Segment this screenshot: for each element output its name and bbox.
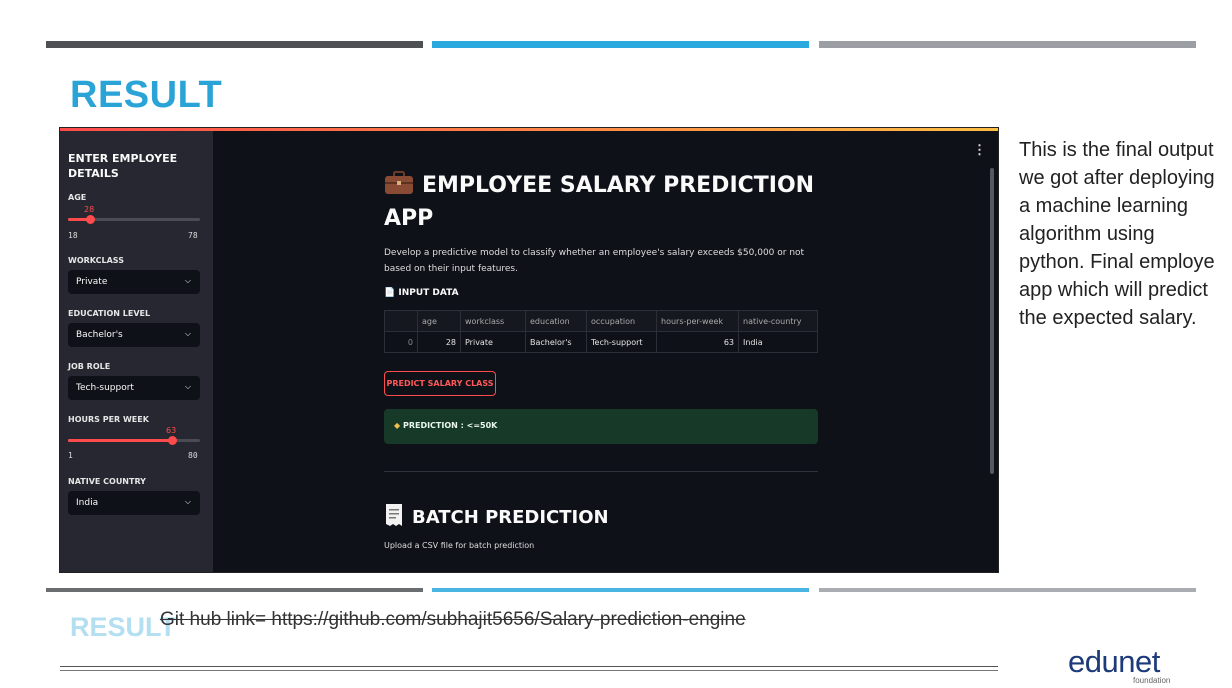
batch-heading: BATCH PREDICTION [384,503,609,528]
app-screenshot: ENTER EMPLOYEE DETAILS AGE 28 18 78 WORK… [60,128,998,572]
hours-label: HOURS PER WEEK [68,415,149,424]
bottom-rule [60,666,998,667]
table-cell: 0 [384,331,418,353]
table-header: education [525,310,587,332]
prediction-text: PREDICTION : <=50K [402,421,498,430]
hours-slider-value: 63 [166,426,177,435]
table-cell: 63 [656,331,739,353]
table-header-row: age workclass education occupation hours… [384,310,818,332]
edunet-logo-sub: foundation [1133,676,1171,685]
document-icon: 📄 [384,288,396,298]
batch-heading-text: BATCH PREDICTION [412,507,609,528]
table-cell: Bachelor's [525,331,587,353]
prediction-result: ◆ PREDICTION : <=50K [384,409,818,444]
chevron-down-icon: ⌵ [184,382,191,391]
top-bar-blue [432,41,809,48]
country-label: NATIVE COUNTRY [68,477,146,486]
hours-slider-max: 80 [188,451,198,460]
more-menu-icon[interactable]: ⋮ [973,142,986,158]
app-description: Develop a predictive model to classify w… [384,248,805,274]
chevron-down-icon: ⌵ [184,329,191,338]
table-header: occupation [586,310,657,332]
input-data-heading: 📄 INPUT DATA [384,288,459,298]
workclass-label: WORKCLASS [68,256,124,265]
table-cell: Tech-support [586,331,657,353]
age-slider-max: 78 [188,231,198,240]
education-label: EDUCATION LEVEL [68,309,151,318]
hours-slider-min: 1 [68,451,73,460]
table-cell: India [738,331,818,353]
chevron-down-icon: ⌵ [184,497,191,506]
predict-salary-button[interactable]: PREDICT SALARY CLASS [384,371,496,396]
input-data-table: age workclass education occupation hours… [384,310,818,353]
edunet-logo: edunet [1068,644,1160,679]
table-header: age [417,310,461,332]
hours-slider-fill [68,439,173,442]
age-slider[interactable] [68,215,200,224]
chevron-down-icon: ⌵ [184,276,191,285]
table-header: hours-per-week [656,310,739,332]
sidebar: ENTER EMPLOYEE DETAILS AGE 28 18 78 WORK… [60,131,213,572]
table-header [384,310,418,332]
hours-slider[interactable] [68,436,200,445]
scrollbar[interactable] [990,168,994,474]
workclass-value: Private [76,277,108,287]
sidebar-heading: ENTER EMPLOYEE DETAILS [68,152,178,180]
age-slider-value: 28 [84,205,95,214]
age-label: AGE [68,193,87,202]
hours-slider-thumb[interactable] [168,436,178,445]
age-slider-thumb[interactable] [86,215,96,224]
country-select[interactable]: India ⌵ [68,491,200,515]
bottom-bar-blue [432,588,809,592]
table-row: 0 28 Private Bachelor's Tech-support 63 … [384,331,818,353]
table-header: native-country [738,310,818,332]
education-select[interactable]: Bachelor's ⌵ [68,323,200,347]
job-role-label: JOB ROLE [68,362,111,371]
batch-subtext: Upload a CSV file for batch prediction [384,541,535,550]
table-header: workclass [460,310,526,332]
job-role-value: Tech-support [76,383,134,393]
top-bar-dark [46,41,423,48]
bottom-bar-dark [46,588,423,592]
table-cell: 28 [417,331,461,353]
input-data-heading-text: INPUT DATA [398,288,459,298]
job-role-select[interactable]: Tech-support ⌵ [68,376,200,400]
section-divider [384,471,818,472]
tag-icon: ◆ [394,421,401,430]
top-bar-gray [819,41,1196,48]
app-title: EMPLOYEE SALARY PREDICTION APP [384,169,818,235]
country-value: India [76,498,99,508]
workclass-select[interactable]: Private ⌵ [68,270,200,294]
age-slider-min: 18 [68,231,78,240]
app-title-text: EMPLOYEE SALARY PREDICTION APP [384,173,815,231]
table-cell: Private [460,331,526,353]
bottom-bar-gray [819,588,1196,592]
education-value: Bachelor's [76,330,123,340]
bottom-rule [60,670,998,671]
slide-title: RESULT [70,74,223,116]
github-link[interactable]: Git hub link= https://github.com/subhaji… [160,609,746,631]
slide-description: This is the final output we got after de… [1019,139,1215,329]
briefcase-icon [385,171,413,194]
receipt-icon [386,504,402,526]
